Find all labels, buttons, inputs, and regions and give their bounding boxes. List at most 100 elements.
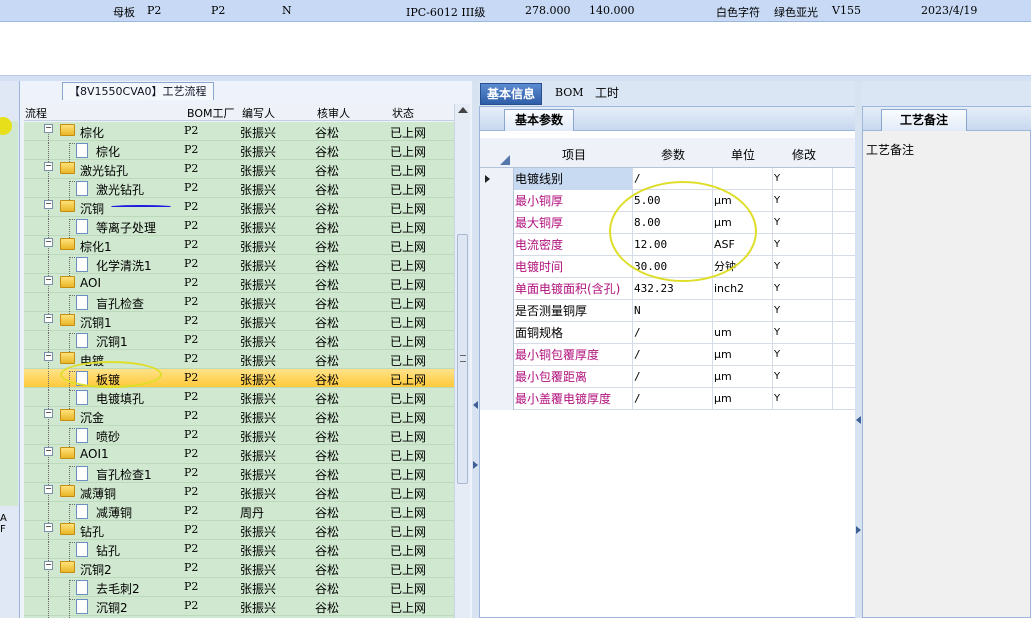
header-flow[interactable]: 流程 [25,105,47,121]
param-row[interactable]: 单面电镀面积(含孔) 432.23 inch2 Y [480,278,856,300]
row-indicator[interactable] [480,278,514,300]
collapse-icon[interactable]: − [44,314,53,323]
row-indicator[interactable] [480,322,514,344]
param-modify[interactable]: Y [773,366,833,388]
table-row[interactable]: 化学清洗1 P2 张振兴 谷松 已上网 [24,255,454,276]
table-row[interactable]: − 棕化 P2 张振兴 谷松 已上网 [24,122,454,143]
param-value[interactable]: / [633,322,713,344]
param-row[interactable]: 是否测量铜厚 N Y [480,300,856,322]
row-indicator[interactable] [480,388,514,410]
param-modify[interactable]: Y [773,190,833,212]
tab-basic-params[interactable]: 基本参数 [504,109,575,131]
tab-bom[interactable]: BOM [549,83,590,105]
collapse-icon[interactable]: − [44,276,53,285]
row-indicator[interactable] [480,168,514,190]
tab-work-hours[interactable]: 工时 [589,83,625,105]
expand-right-icon[interactable] [473,461,478,469]
param-unit: um [713,322,773,344]
header-modify[interactable]: 修改 [792,146,816,163]
vertical-splitter-left[interactable] [472,81,479,618]
table-row[interactable]: 沉铜1 P2 张振兴 谷松 已上网 [24,331,454,352]
table-row[interactable]: 盲孔检查1 P2 张振兴 谷松 已上网 [24,464,454,485]
table-row[interactable]: 去毛刺2 P2 张振兴 谷松 已上网 [24,578,454,599]
collapse-icon[interactable]: − [44,523,53,532]
collapse-left-icon[interactable] [473,401,478,409]
table-row[interactable]: 沉铜2 P2 张振兴 谷松 已上网 [24,597,454,618]
row-indicator[interactable] [480,256,514,278]
table-row[interactable]: 减薄铜 P2 周丹 谷松 已上网 [24,502,454,523]
param-value[interactable]: / [633,344,713,366]
header-writer[interactable]: 编写人 [242,105,275,121]
param-modify[interactable]: Y [773,300,833,322]
table-row[interactable]: − AOI P2 张振兴 谷松 已上网 [24,274,454,295]
row-indicator[interactable] [480,366,514,388]
tab-basic-info[interactable]: 基本信息 [480,83,543,105]
table-row[interactable]: 激光钻孔 P2 张振兴 谷松 已上网 [24,179,454,200]
writer: 张振兴 [240,449,277,463]
collapse-icon[interactable]: − [44,409,53,418]
process-flow-tab[interactable]: 【8V1550CVA0】工艺流程 [62,82,214,100]
row-indicator[interactable] [480,300,514,322]
param-modify[interactable]: Y [773,322,833,344]
scroll-thumb[interactable] [457,234,468,484]
tab-process-notes[interactable]: 工艺备注 [881,109,968,131]
collapse-icon[interactable]: − [44,200,53,209]
param-value[interactable]: N [633,300,713,322]
table-row[interactable]: 等离子处理 P2 张振兴 谷松 已上网 [24,217,454,238]
collapse-icon[interactable]: − [44,162,53,171]
header-item[interactable]: 项目 [562,146,586,163]
param-modify[interactable]: Y [773,168,833,190]
param-modify[interactable]: Y [773,256,833,278]
param-row[interactable]: 面铜规格 / um Y [480,322,856,344]
table-row[interactable]: 钻孔 P2 张振兴 谷松 已上网 [24,540,454,561]
collapse-right-icon[interactable] [856,416,861,424]
table-row[interactable]: − 激光钻孔 P2 张振兴 谷松 已上网 [24,160,454,181]
collapse-icon[interactable]: − [44,561,53,570]
header-reviewer[interactable]: 核审人 [317,105,350,121]
header-bom[interactable]: BOM工厂 [187,105,235,121]
param-row[interactable]: 最小包覆距离 / μm Y [480,366,856,388]
param-row[interactable]: 最小铜包覆厚度 / μm Y [480,344,856,366]
step-name: 棕化 [80,126,105,140]
param-modify[interactable]: Y [773,234,833,256]
collapse-icon[interactable]: − [44,447,53,456]
scroll-up-icon[interactable] [458,107,468,113]
collapse-icon[interactable]: − [44,352,53,361]
record-summary-row[interactable]: 母板 P2 P2 N IPC-6012 III级 278.000 140.000… [0,0,1031,22]
param-row[interactable]: 最小盖覆电镀厚度 / μm Y [480,388,856,410]
param-modify[interactable]: Y [773,388,833,410]
table-row[interactable]: 电镀填孔 P2 张振兴 谷松 已上网 [24,388,454,409]
param-value[interactable]: / [633,366,713,388]
table-row[interactable]: − 棕化1 P2 张振兴 谷松 已上网 [24,236,454,257]
param-modify[interactable]: Y [773,344,833,366]
row-indicator[interactable] [480,234,514,256]
bom-factory: P2 [184,257,199,270]
table-row[interactable]: 棕化 P2 张振兴 谷松 已上网 [24,141,454,162]
collapse-icon[interactable]: − [44,485,53,494]
table-row[interactable]: − 减薄铜 P2 张振兴 谷松 已上网 [24,483,454,504]
expand-left-icon[interactable] [856,526,861,534]
vertical-splitter-right[interactable] [855,81,862,618]
collapse-icon[interactable]: − [44,124,53,133]
table-row[interactable]: 喷砂 P2 张振兴 谷松 已上网 [24,426,454,447]
table-row[interactable]: − 钻孔 P2 张振兴 谷松 已上网 [24,521,454,542]
status: 已上网 [390,259,427,273]
row-indicator[interactable] [480,212,514,234]
table-row[interactable]: − 沉铜 P2 张振兴 谷松 已上网 [24,198,454,219]
collapse-icon[interactable]: − [44,238,53,247]
reviewer: 谷松 [315,601,340,615]
table-row[interactable]: − 沉金 P2 张振兴 谷松 已上网 [24,407,454,428]
param-value[interactable]: / [633,388,713,410]
param-modify[interactable]: Y [773,278,833,300]
row-indicator[interactable] [480,190,514,212]
table-row[interactable]: − 沉铜1 P2 张振兴 谷松 已上网 [24,312,454,333]
header-param[interactable]: 参数 [661,146,685,163]
header-unit[interactable]: 单位 [731,146,755,163]
table-row[interactable]: − AOI1 P2 张振兴 谷松 已上网 [24,445,454,466]
flow-scrollbar[interactable] [454,104,470,618]
param-modify[interactable]: Y [773,212,833,234]
table-row[interactable]: 盲孔检查 P2 张振兴 谷松 已上网 [24,293,454,314]
header-status[interactable]: 状态 [392,105,414,121]
table-row[interactable]: − 沉铜2 P2 张振兴 谷松 已上网 [24,559,454,580]
row-indicator[interactable] [480,344,514,366]
